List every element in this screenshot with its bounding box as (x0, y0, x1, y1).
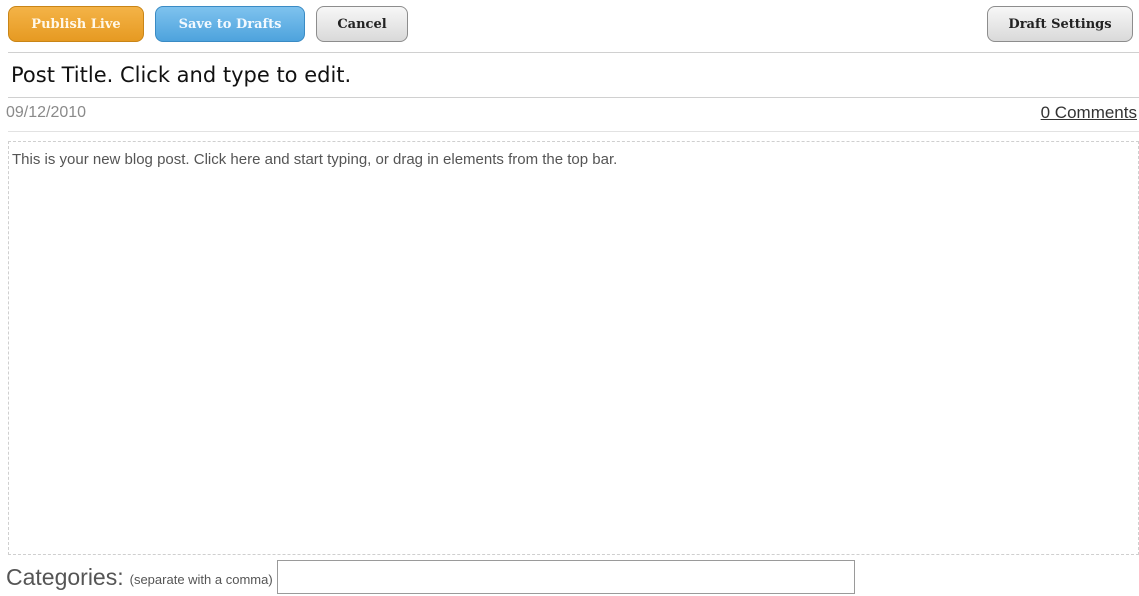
post-title-field[interactable]: Post Title. Click and type to edit. (8, 52, 1139, 98)
draft-settings-label: Draft Settings (1008, 16, 1112, 32)
post-body-editor[interactable]: This is your new blog post. Click here a… (8, 141, 1139, 555)
save-to-drafts-button[interactable]: Save to Drafts (155, 6, 305, 42)
publish-live-button[interactable]: Publish Live (8, 6, 144, 42)
categories-input[interactable] (276, 560, 855, 594)
publish-live-label: Publish Live (31, 16, 121, 32)
post-body-text: This is your new blog post. Click here a… (12, 151, 618, 168)
meta-divider (8, 131, 1139, 132)
comments-link[interactable]: 0 Comments (1041, 103, 1137, 123)
categories-row: Categories: (separate with a comma) (6, 558, 855, 596)
editor-toolbar: Publish Live Save to Drafts Cancel Draft… (0, 0, 1139, 50)
categories-label: Categories: (6, 563, 124, 590)
categories-hint: (separate with a comma) (129, 572, 273, 587)
post-date: 09/12/2010 (6, 104, 87, 121)
post-meta-row: 09/12/2010 0 Comments (0, 101, 1139, 127)
draft-settings-button[interactable]: Draft Settings (987, 6, 1133, 42)
cancel-button[interactable]: Cancel (316, 6, 408, 42)
save-to-drafts-label: Save to Drafts (178, 16, 282, 32)
cancel-label: Cancel (337, 16, 387, 32)
